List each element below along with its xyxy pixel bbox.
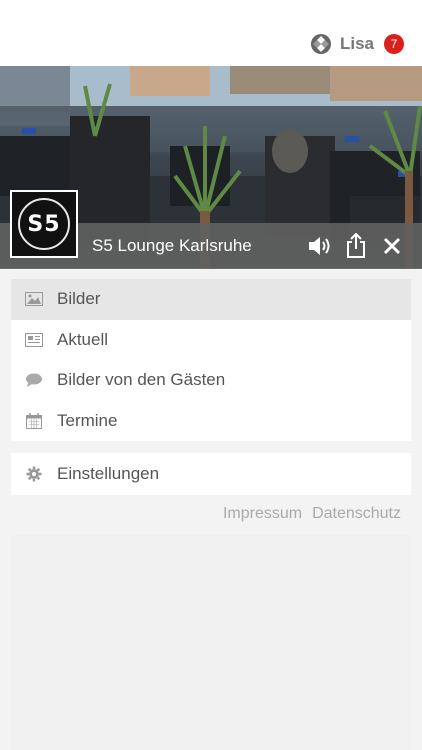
menu-item-bilder[interactable]: Bilder	[11, 279, 411, 320]
menu-item-label: Bilder von den Gästen	[57, 370, 226, 390]
menu-item-label: Termine	[57, 410, 118, 430]
comment-icon	[25, 371, 43, 389]
datenschutz-link[interactable]: Datenschutz	[312, 505, 401, 523]
main-menu: Bilder Aktuell Bilder von den Gästen Ter…	[11, 279, 411, 441]
venue-title: S5 Lounge Karlsruhe	[92, 236, 252, 255]
gear-icon	[25, 465, 43, 483]
share-icon	[347, 233, 365, 258]
speaker-icon	[309, 237, 330, 255]
venue-actions	[302, 228, 410, 264]
menu-item-termine[interactable]: Termine	[11, 401, 411, 442]
user-name: Lisa	[339, 34, 374, 53]
share-button[interactable]	[338, 228, 374, 264]
news-icon	[25, 331, 43, 349]
settings-label: Einstellungen	[57, 464, 160, 483]
menu-item-label: Bilder	[57, 289, 101, 309]
speaker-button[interactable]	[302, 228, 338, 264]
notification-badge[interactable]: 7	[384, 34, 404, 54]
user-account-button[interactable]: Lisa 7	[310, 32, 404, 56]
footer-links: Impressum Datenschutz	[213, 505, 401, 523]
menu-item-label: Aktuell	[57, 329, 109, 349]
close-button[interactable]	[374, 228, 410, 264]
menu-item-aktuell[interactable]: Aktuell	[11, 320, 411, 361]
calendar-icon	[25, 412, 43, 430]
content-area	[11, 535, 411, 750]
menu-item-einstellungen[interactable]: Einstellungen	[11, 453, 411, 495]
profile-icon	[310, 34, 331, 54]
image-icon	[25, 290, 43, 308]
close-icon	[383, 237, 401, 255]
top-bar: Lisa 7	[0, 0, 422, 66]
venue-logo-text: S5	[18, 198, 70, 250]
impressum-link[interactable]: Impressum	[223, 505, 302, 523]
menu-item-guest-photos[interactable]: Bilder von den Gästen	[11, 360, 411, 401]
venue-logo: S5	[10, 190, 78, 258]
